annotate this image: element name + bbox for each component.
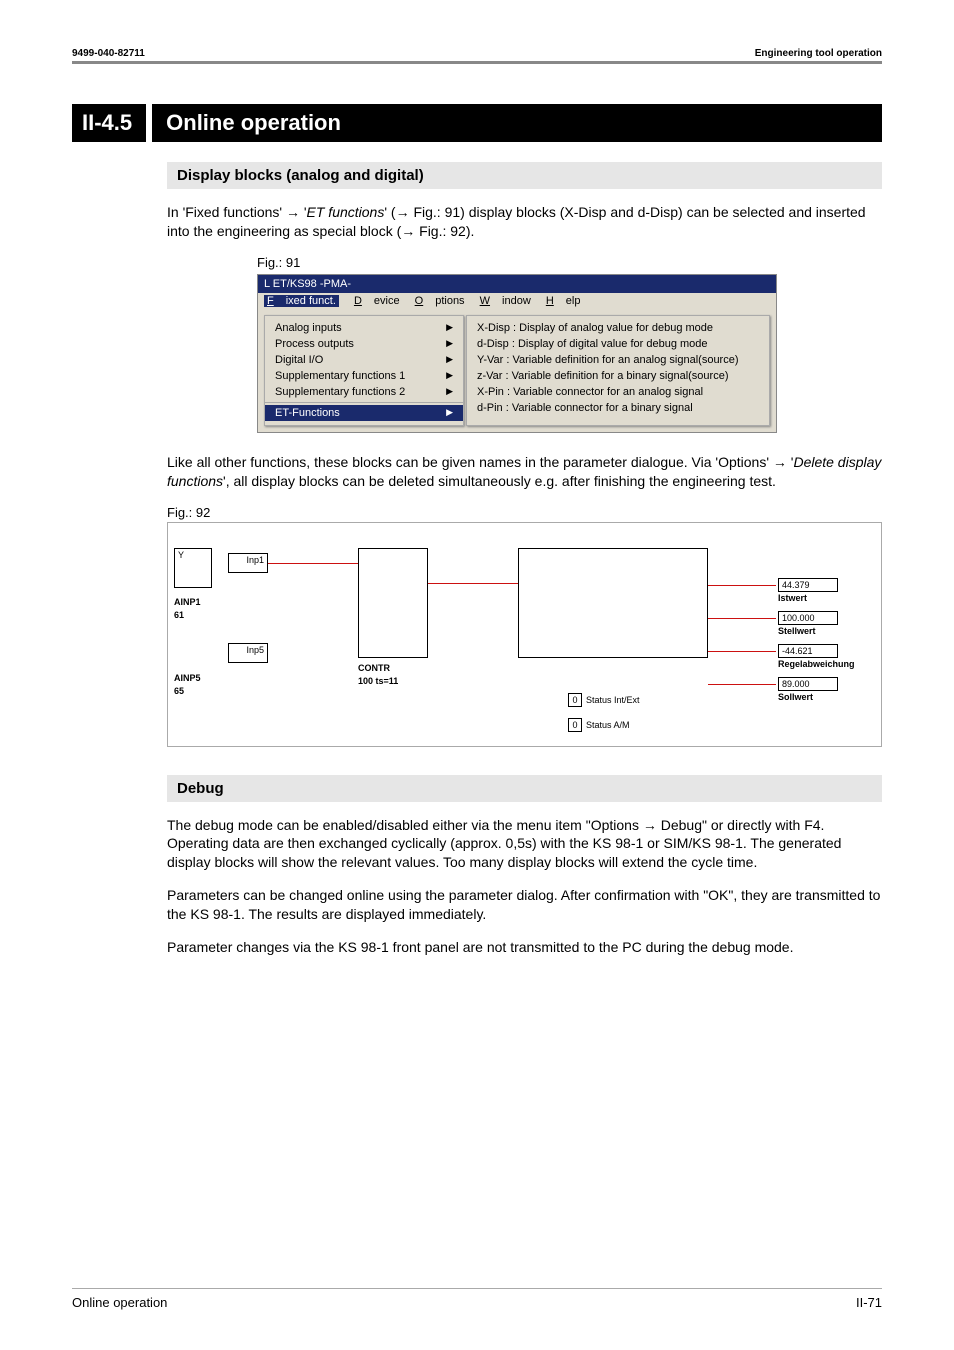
diag-val-0: 44.379 [778, 578, 838, 592]
diag-bigblock [518, 548, 708, 658]
diag-lbl-0: Istwert [778, 593, 807, 603]
diag-status1: Status Int/Ext [586, 695, 640, 705]
submenu-item-xdisp[interactable]: X-Disp : Display of analog value for deb… [477, 320, 759, 336]
diag-status1-box: 0 [568, 693, 582, 707]
menu-help[interactable]: Help [546, 295, 581, 307]
menu-item-supp1[interactable]: Supplementary functions 1▶ [265, 368, 463, 384]
subhead-display-blocks: Display blocks (analog and digital) [167, 162, 882, 189]
fig92-label: Fig.: 92 [167, 505, 882, 520]
section-title: Online operation [152, 104, 882, 142]
diag-ts: 100 ts=11 [358, 676, 398, 686]
submenu-item-zvar[interactable]: z-Var : Variable definition for a binary… [477, 368, 759, 384]
para-between: Like all other functions, these blocks c… [167, 453, 882, 491]
diag-ainp5: AINP5 [174, 673, 201, 683]
submenu-item-xpin[interactable]: X-Pin : Variable connector for an analog… [477, 384, 759, 400]
submenu-item-dpin[interactable]: d-Pin : Variable connector for a binary … [477, 400, 759, 416]
debug-p1: The debug mode can be enabled/disabled e… [167, 816, 882, 873]
fig91-window: L ET/KS98 -PMA- Fixed funct. Device Opti… [257, 274, 777, 433]
fig91-label: Fig.: 91 [257, 255, 882, 270]
section-heading: II-4.5 Online operation [72, 104, 882, 142]
submenu-item-yvar[interactable]: Y-Var : Variable definition for an analo… [477, 352, 759, 368]
footer-right: II-71 [856, 1295, 882, 1310]
debug-p2: Parameters can be changed online using t… [167, 886, 882, 924]
diag-status2: Status A/M [586, 720, 630, 730]
page-header: 9499-040-82711 Engineering tool operatio… [72, 48, 882, 64]
subhead-debug: Debug [167, 775, 882, 802]
submenu-left: Analog inputs▶ Process outputs▶ Digital … [264, 315, 464, 426]
menu-item-etfunctions[interactable]: ET-Functions▶ [265, 405, 463, 421]
menu-bar: Fixed funct. Device Options Window Help [258, 293, 776, 309]
menu-item-process[interactable]: Process outputs▶ [265, 336, 463, 352]
diag-block-y: Y [174, 548, 212, 588]
diag-inp1: Inp1 [228, 553, 268, 573]
diag-ainp1: AINP1 [174, 597, 201, 607]
menu-device[interactable]: Device [354, 295, 400, 307]
footer-left: Online operation [72, 1295, 167, 1310]
diag-contr-block [358, 548, 428, 658]
fig92-diagram: Y AINP1 61 Inp1 Inp5 AINP5 65 CONTR 100 … [167, 522, 882, 747]
diag-val-1: 100.000 [778, 611, 838, 625]
diag-lbl-2: Regelabweichung [778, 659, 855, 669]
menu-item-analog[interactable]: Analog inputs▶ [265, 320, 463, 336]
diag-65: 65 [174, 686, 184, 696]
para-intro: In 'Fixed functions' → 'ET functions' (→… [167, 203, 882, 241]
diag-val-2: -44.621 [778, 644, 838, 658]
diag-contr: CONTR [358, 663, 390, 673]
diag-val-3: 89.000 [778, 677, 838, 691]
diag-lbl-3: Sollwert [778, 692, 813, 702]
menu-fixed[interactable]: Fixed funct. [264, 295, 339, 307]
header-right: Engineering tool operation [755, 48, 882, 59]
diag-61: 61 [174, 610, 184, 620]
menu-item-supp2[interactable]: Supplementary functions 2▶ [265, 384, 463, 400]
debug-p3: Parameter changes via the KS 98-1 front … [167, 938, 882, 957]
page-footer: Online operation II-71 [72, 1288, 882, 1310]
submenu-right: X-Disp : Display of analog value for deb… [466, 315, 770, 426]
diag-status2-box: 0 [568, 718, 582, 732]
header-left: 9499-040-82711 [72, 48, 145, 59]
diag-inp5: Inp5 [228, 643, 268, 663]
menu-window[interactable]: Window [480, 295, 531, 307]
section-number: II-4.5 [72, 104, 146, 142]
submenu-item-ddisp[interactable]: d-Disp : Display of digital value for de… [477, 336, 759, 352]
menu-options[interactable]: Options [415, 295, 465, 307]
menu-item-digital[interactable]: Digital I/O▶ [265, 352, 463, 368]
diag-lbl-1: Stellwert [778, 626, 816, 636]
window-title: L ET/KS98 -PMA- [258, 275, 776, 293]
